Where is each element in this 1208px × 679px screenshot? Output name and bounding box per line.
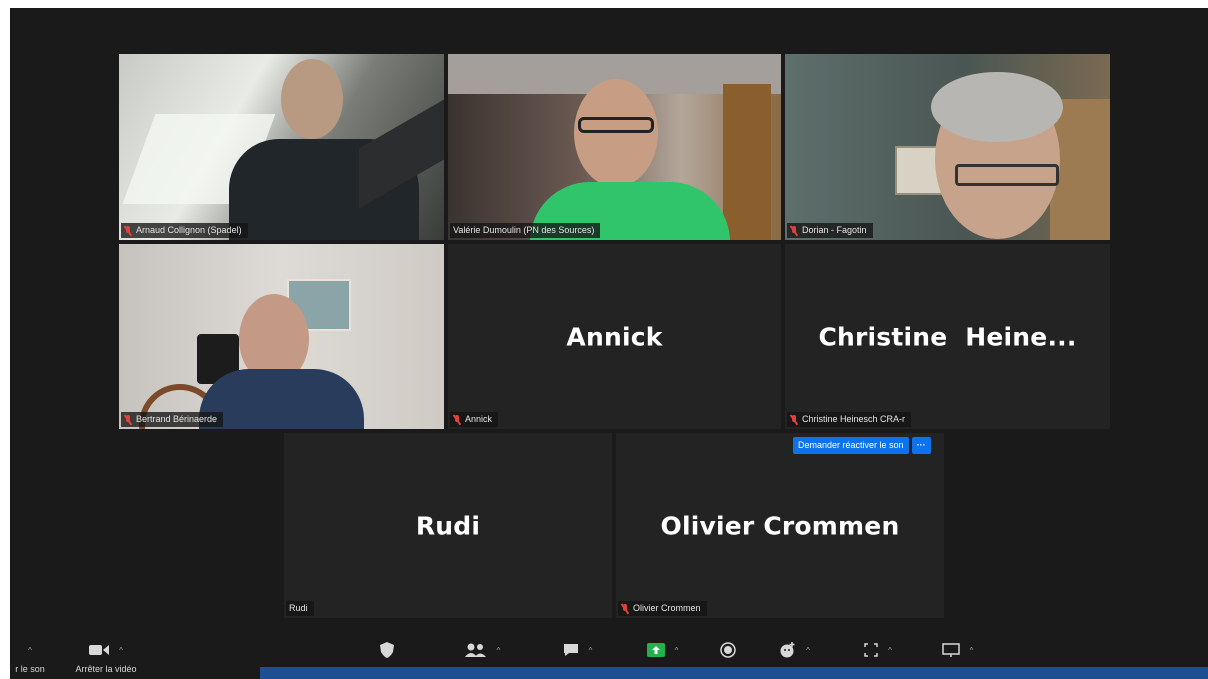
apps-icon bbox=[864, 643, 878, 657]
participant-name: Olivier Crommen bbox=[633, 603, 701, 613]
chevron-up-icon[interactable]: ^ bbox=[28, 646, 32, 655]
participant-name: Dorian - Fagotin bbox=[802, 225, 867, 235]
video-tile-dorian[interactable]: Dorian - Fagotin bbox=[785, 54, 1110, 240]
video-feed bbox=[119, 54, 444, 240]
chevron-up-icon[interactable]: ^ bbox=[589, 646, 593, 655]
mic-muted-icon bbox=[790, 225, 798, 236]
chevron-up-icon[interactable]: ^ bbox=[970, 646, 974, 655]
chevron-up-icon[interactable]: ^ bbox=[675, 646, 679, 655]
video-tile-bertrand[interactable]: Bertrand Bérinaerde bbox=[119, 244, 444, 429]
whiteboard-button[interactable]: ^ bbox=[930, 642, 985, 658]
whiteboard-icon bbox=[941, 643, 960, 657]
participants-button[interactable]: ^ bbox=[445, 642, 520, 658]
participant-display-name: Christine Heine... bbox=[818, 322, 1077, 351]
video-camera-icon bbox=[89, 645, 110, 655]
share-screen-button[interactable]: ^ bbox=[635, 642, 690, 658]
mic-muted-icon bbox=[453, 414, 461, 425]
participant-name: Bertrand Bérinaerde bbox=[136, 414, 218, 424]
mic-muted-icon bbox=[124, 225, 132, 236]
participant-tile-annick[interactable]: Annick Annick bbox=[448, 244, 781, 429]
participant-display-name: Rudi bbox=[415, 511, 481, 540]
participant-name-tag: Olivier Crommen bbox=[618, 601, 707, 616]
chevron-up-icon[interactable]: ^ bbox=[806, 646, 810, 655]
mic-muted-icon bbox=[790, 414, 798, 425]
zoom-meeting-window: Arnaud Collignon (Spadel) Valérie Dumoul… bbox=[10, 8, 1208, 679]
participant-name: Christine Heinesch CRA-r bbox=[802, 414, 906, 424]
participant-tile-olivier[interactable]: Olivier Crommen Olivier Crommen bbox=[616, 433, 944, 618]
video-feed bbox=[119, 244, 444, 429]
chat-icon bbox=[563, 644, 578, 656]
participant-name: Rudi bbox=[289, 603, 308, 613]
participant-name: Annick bbox=[465, 414, 493, 424]
participant-display-name: Olivier Crommen bbox=[660, 511, 900, 540]
participant-display-name: Annick bbox=[566, 322, 663, 351]
participant-name-tag: Christine Heinesch CRA-r bbox=[787, 412, 912, 427]
chat-button[interactable]: ^ bbox=[555, 642, 600, 658]
mic-muted-icon bbox=[621, 603, 629, 614]
ask-to-unmute-button[interactable]: Demander réactiver le son bbox=[793, 437, 909, 454]
unmute-label: r le son bbox=[15, 664, 45, 674]
chevron-up-icon[interactable]: ^ bbox=[119, 646, 123, 655]
participant-name-tag: Bertrand Bérinaerde bbox=[121, 412, 224, 427]
video-feed bbox=[785, 54, 1110, 240]
reactions-icon bbox=[780, 642, 795, 658]
mic-muted-icon bbox=[124, 414, 132, 425]
reactions-button[interactable]: ^ bbox=[770, 642, 820, 658]
unmute-button[interactable]: ^ r le son bbox=[10, 642, 60, 675]
shield-icon bbox=[380, 642, 394, 658]
os-taskbar bbox=[260, 667, 1208, 679]
chevron-up-icon[interactable]: ^ bbox=[888, 646, 892, 655]
video-tile-valerie[interactable]: Valérie Dumoulin (PN des Sources) bbox=[448, 54, 781, 240]
security-button[interactable] bbox=[372, 642, 402, 658]
participant-name: Arnaud Collignon (Spadel) bbox=[136, 225, 242, 235]
participants-icon bbox=[464, 643, 486, 657]
participant-name-tag: Dorian - Fagotin bbox=[787, 223, 873, 238]
participant-name-tag: Rudi bbox=[286, 601, 314, 616]
chevron-up-icon[interactable]: ^ bbox=[497, 646, 501, 655]
share-screen-icon bbox=[646, 643, 665, 657]
ask-to-unmute-controls: Demander réactiver le son ··· bbox=[793, 437, 931, 454]
more-options-button[interactable]: ··· bbox=[911, 437, 931, 454]
record-button[interactable] bbox=[713, 642, 743, 658]
stop-video-label: Arrêter la vidéo bbox=[75, 664, 137, 674]
participant-tile-rudi[interactable]: Rudi Rudi bbox=[284, 433, 612, 618]
video-tile-arnaud[interactable]: Arnaud Collignon (Spadel) bbox=[119, 54, 444, 240]
participant-name: Valérie Dumoulin (PN des Sources) bbox=[453, 225, 595, 235]
participant-name-tag: Arnaud Collignon (Spadel) bbox=[121, 223, 248, 238]
participant-tile-christine[interactable]: Christine Heine... Christine Heinesch CR… bbox=[785, 244, 1110, 429]
stop-video-button[interactable]: ^ Arrêter la vidéo bbox=[65, 642, 147, 674]
participant-name-tag: Valérie Dumoulin (PN des Sources) bbox=[450, 223, 601, 238]
video-feed bbox=[448, 54, 781, 240]
participant-name-tag: Annick bbox=[450, 412, 499, 427]
record-icon bbox=[720, 642, 736, 658]
apps-button[interactable]: ^ bbox=[853, 642, 903, 658]
